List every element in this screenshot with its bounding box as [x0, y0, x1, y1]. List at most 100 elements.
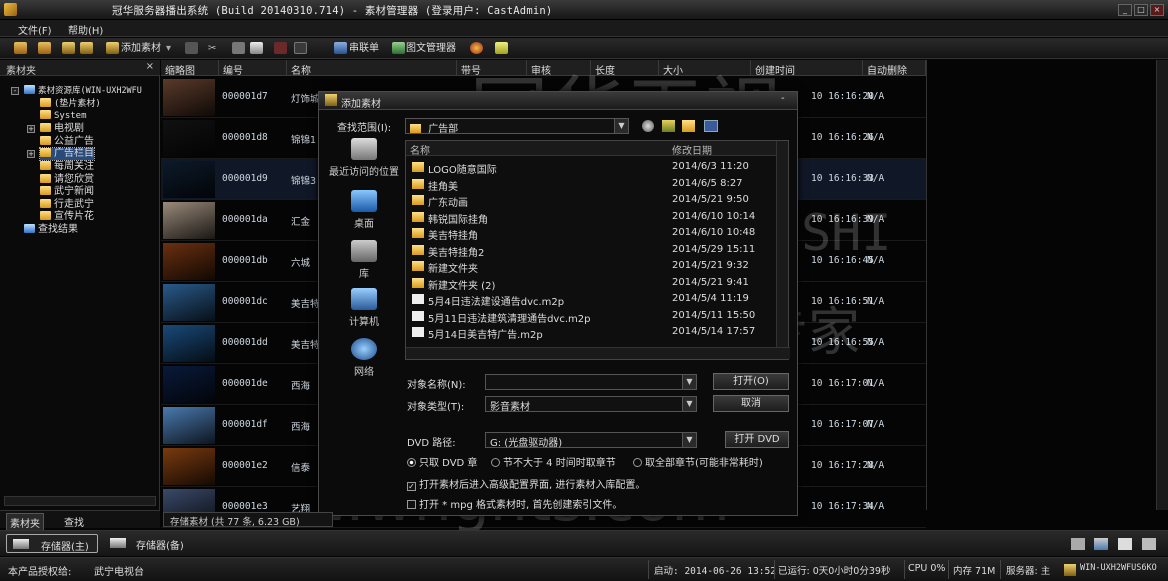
file-list-item[interactable]: 挂角美 2014/6/5 8:27: [406, 176, 776, 193]
advanced-config-checkbox[interactable]: ✓ 打开素材后进入高级配置界面, 进行素材入库配置。: [407, 476, 645, 491]
menu-help[interactable]: 帮助(H): [68, 22, 103, 37]
storage-backup-button[interactable]: 存储器(备): [106, 534, 198, 553]
delete-icon[interactable]: [274, 42, 287, 54]
record-icon[interactable]: [470, 42, 483, 54]
tray-icon-4[interactable]: [1142, 538, 1156, 550]
file-list-item[interactable]: 5月11日违法建筑清理通告dvc.m2p 2014/5/11 15:50: [406, 308, 776, 325]
create-index-checkbox[interactable]: 打开 * mpg 格式素材时, 首先创建索引文件。: [407, 496, 622, 511]
radio-dvd-chapter[interactable]: 只取 DVD 章: [407, 454, 477, 469]
place-network[interactable]: 网络: [325, 338, 403, 378]
folder-icon[interactable]: [38, 42, 51, 54]
file-list-item[interactable]: 5月14日美吉特广告.m2p 2014/5/14 17:57: [406, 324, 776, 341]
place-computer[interactable]: 计算机: [325, 288, 403, 328]
view-menu-icon[interactable]: [704, 120, 718, 132]
tree-item[interactable]: 请您欣赏: [40, 174, 94, 186]
copy-icon[interactable]: [250, 42, 263, 54]
storage-main-button[interactable]: 存储器(主): [6, 534, 98, 553]
tree-toggle-icon[interactable]: +: [27, 125, 35, 133]
lookin-select[interactable]: 广告部 ▼: [405, 118, 629, 135]
dialog-minimize-icon[interactable]: -: [781, 93, 785, 104]
file-list-vscroll[interactable]: [776, 141, 788, 347]
chevron-down-icon[interactable]: ▼: [682, 375, 696, 389]
file-list-item[interactable]: 新建文件夹 2014/5/21 9:32: [406, 258, 776, 275]
graphic-manager-icon[interactable]: [392, 42, 405, 54]
storage-material-tab[interactable]: 存储素材 (共 77 条, 6.23 GB): [163, 512, 333, 528]
new-folder-icon[interactable]: [682, 120, 695, 132]
tray-icon-1[interactable]: [1071, 538, 1085, 550]
minimize-icon[interactable]: _: [1118, 4, 1132, 16]
tree-toggle-icon[interactable]: -: [11, 87, 19, 95]
column-header[interactable]: 编号: [219, 60, 287, 77]
column-header[interactable]: 长度: [591, 60, 659, 77]
tray-icon-3[interactable]: [1118, 538, 1132, 550]
file-list-item[interactable]: 美吉特挂角2 2014/5/29 15:11: [406, 242, 776, 259]
up-folder-icon[interactable]: [662, 120, 675, 132]
column-header[interactable]: 带号: [457, 60, 527, 77]
sidebar-scrollbar[interactable]: [4, 496, 156, 506]
graphic-manager-button[interactable]: 图文管理器: [406, 41, 456, 56]
file-list-item[interactable]: 5月4日违法建设通告dvc.m2p 2014/5/4 11:19: [406, 291, 776, 308]
tray-icon-2[interactable]: [1094, 538, 1108, 550]
place-library[interactable]: 库: [325, 240, 403, 280]
open-dvd-button[interactable]: 打开 DVD: [725, 431, 789, 448]
add-material-icon[interactable]: [106, 42, 119, 54]
menu-file[interactable]: 文件(F): [18, 22, 52, 37]
app-icon[interactable]: [4, 3, 17, 16]
column-header[interactable]: 缩略图: [161, 60, 219, 77]
chevron-down-icon[interactable]: ▼: [682, 433, 696, 447]
back-icon[interactable]: [642, 120, 654, 132]
grid-icon[interactable]: [294, 42, 307, 54]
col-name-header[interactable]: 名称: [406, 141, 668, 157]
file-list-item[interactable]: 美吉特挂角 2014/6/10 10:48: [406, 225, 776, 242]
close-icon[interactable]: ×: [1150, 4, 1164, 16]
radio-all-chapters[interactable]: 取全部章节(可能非常耗时): [633, 454, 763, 469]
column-header[interactable]: 自动删除: [863, 60, 926, 77]
sequence-button[interactable]: 串联单: [349, 41, 379, 56]
tree-item[interactable]: (垫片素材): [40, 98, 101, 110]
tree-item[interactable]: 每周关注: [40, 161, 94, 173]
column-header[interactable]: 审核: [527, 60, 591, 77]
tree-item[interactable]: 公益广告: [40, 136, 94, 148]
column-header[interactable]: 名称: [287, 60, 457, 77]
tree-item[interactable]: 行走武宁: [40, 199, 94, 211]
sequence-icon[interactable]: [334, 42, 347, 54]
file-list-item[interactable]: 广东动画 2014/5/21 9:50: [406, 192, 776, 209]
add-material-dropdown-icon[interactable]: ▾: [166, 41, 171, 56]
tree-item[interactable]: 广告栏目: [39, 147, 95, 161]
scissors-icon[interactable]: ✂: [208, 41, 216, 56]
tree-item[interactable]: 电视剧: [40, 123, 84, 135]
dvd-path-select[interactable]: G: (光盘驱动器) ▼: [485, 432, 697, 449]
close-panel-icon[interactable]: ×: [146, 61, 154, 72]
tree-item[interactable]: 查找结果: [24, 224, 78, 236]
column-header[interactable]: 大小: [659, 60, 751, 77]
properties-icon[interactable]: [232, 42, 245, 54]
column-header[interactable]: 创建时间: [751, 60, 863, 77]
maximize-icon[interactable]: □: [1134, 4, 1148, 16]
tab-search[interactable]: 查找: [64, 514, 84, 529]
cut-icon[interactable]: [185, 42, 198, 54]
folder-up-icon[interactable]: [80, 42, 93, 54]
tree-item[interactable]: 素材资源库(WIN-UXH2WFU: [24, 85, 142, 97]
place-desktop[interactable]: 桌面: [325, 190, 403, 230]
tree-item[interactable]: 宣传片花: [40, 211, 94, 223]
place-recent[interactable]: 最近访问的位置: [325, 138, 403, 178]
object-type-select[interactable]: 影音素材 ▼: [485, 396, 697, 413]
add-material-button[interactable]: 添加素材: [121, 41, 161, 56]
tree-item[interactable]: 武宁新闻: [40, 186, 94, 198]
open-folder-icon[interactable]: [14, 42, 27, 54]
file-list-hscroll[interactable]: [406, 347, 790, 359]
open-button[interactable]: 打开(O): [713, 373, 789, 390]
tree-item[interactable]: System: [40, 110, 87, 122]
file-list-item[interactable]: LOGO随意国际 2014/6/3 11:20: [406, 159, 776, 176]
note-icon[interactable]: [495, 42, 508, 54]
copy-folder-icon[interactable]: [62, 42, 75, 54]
chevron-down-icon[interactable]: ▼: [614, 119, 628, 133]
object-name-input[interactable]: ▼: [485, 374, 697, 390]
chevron-down-icon[interactable]: ▼: [682, 397, 696, 411]
vertical-scrollbar[interactable]: [1156, 60, 1168, 510]
file-list-item[interactable]: 韩锐国际挂角 2014/6/10 10:14: [406, 209, 776, 226]
radio-chapter-time[interactable]: 节不大于 4 时间时取章节: [491, 454, 616, 469]
cancel-button[interactable]: 取消: [713, 395, 789, 412]
file-list-item[interactable]: 新建文件夹 (2) 2014/5/21 9:41: [406, 275, 776, 292]
tree-toggle-icon[interactable]: +: [27, 150, 35, 158]
